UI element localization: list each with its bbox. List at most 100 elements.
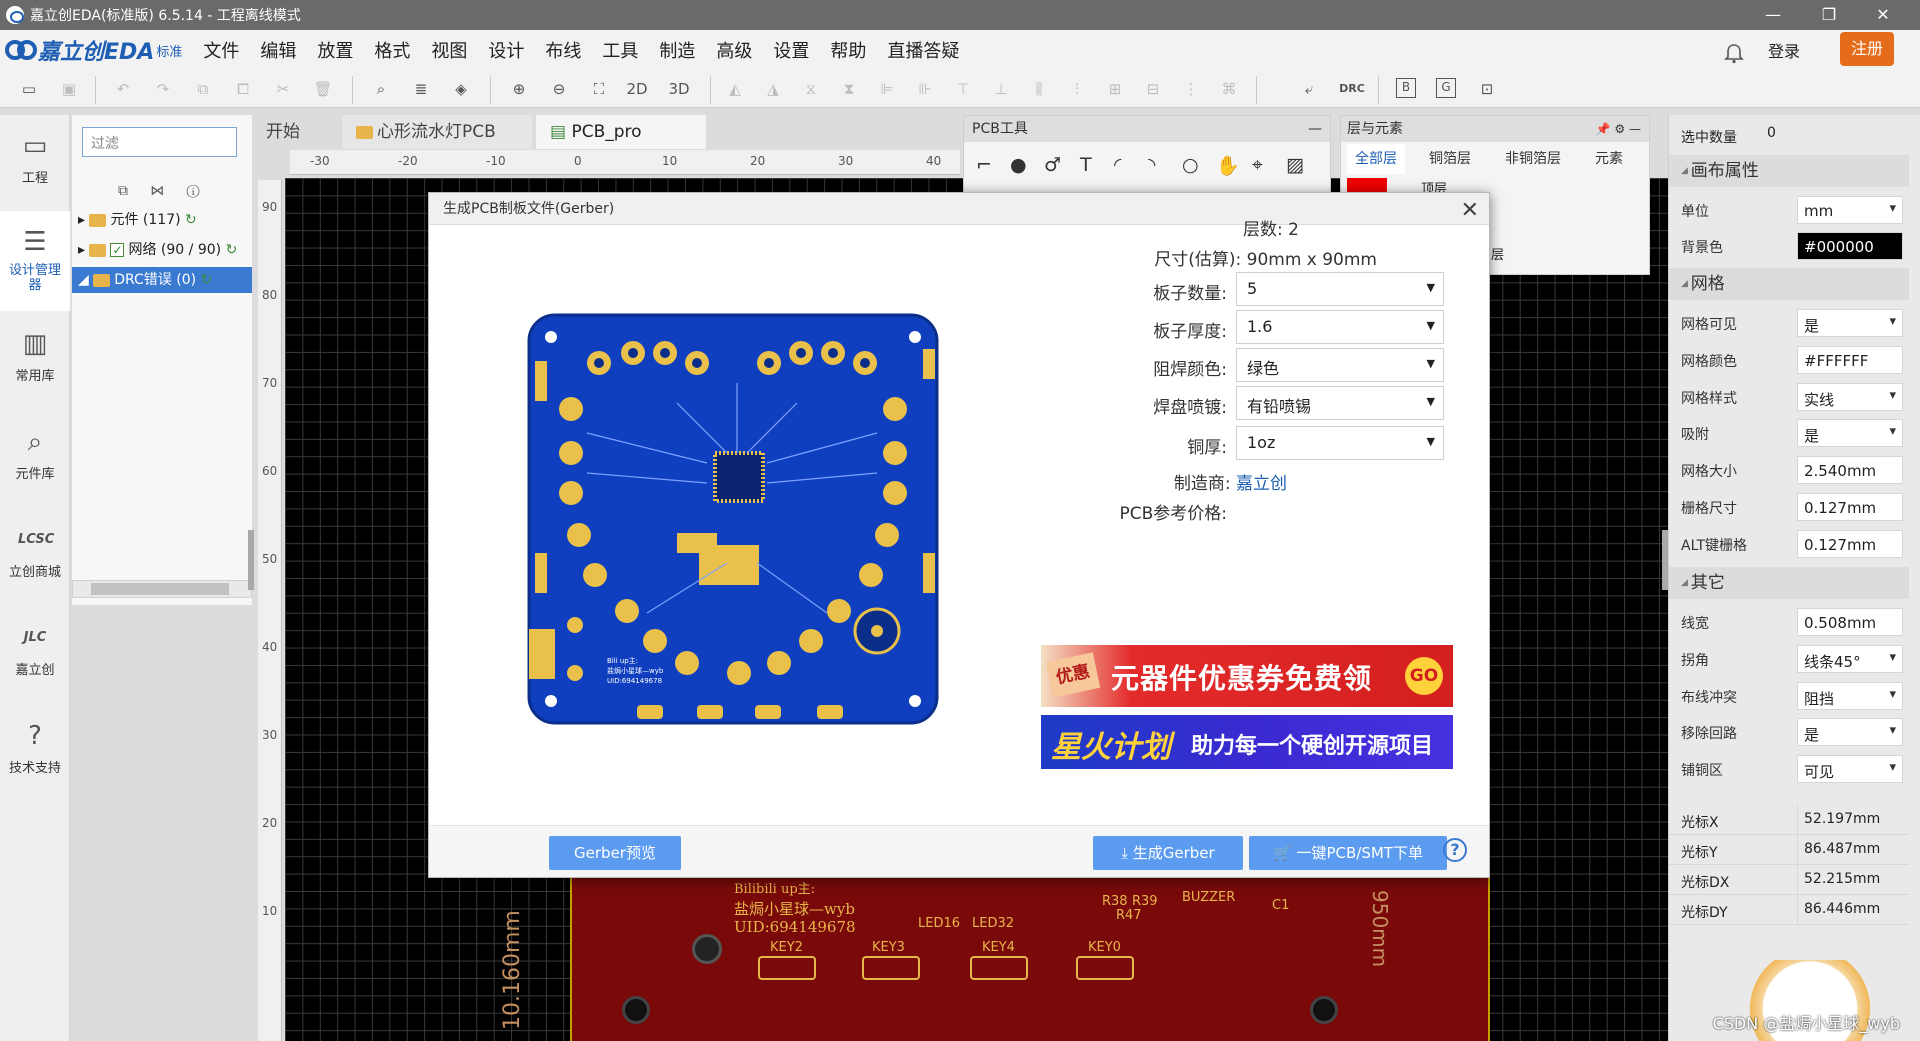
help-icon[interactable]: ? [1443, 838, 1467, 862]
circle-icon[interactable]: ○ [1182, 154, 1199, 176]
prop-input[interactable]: #FFFFFF [1797, 345, 1903, 374]
menu-advanced[interactable]: 高级 [716, 37, 752, 63]
measure-icon[interactable]: ⌖ [1252, 154, 1263, 176]
restore-button[interactable]: ❐ [1804, 0, 1854, 30]
nav-common-lib[interactable]: ▥ 常用库 [0, 313, 70, 409]
horizontal-scrollbar[interactable] [72, 580, 252, 598]
align-grid-icon[interactable]: ⋮ [1180, 78, 1202, 100]
qty-select[interactable]: 5 [1236, 272, 1444, 306]
copy-icon[interactable]: ⧉ [192, 78, 214, 100]
drc-button[interactable]: DRC [1338, 78, 1366, 100]
layer-tab-all[interactable]: 全部层 [1347, 144, 1405, 174]
login-link[interactable]: 登录 [1768, 38, 1800, 62]
pin-gear-collapse-icon[interactable]: 📌 ⚙ — [1596, 116, 1641, 142]
minimize-button[interactable]: — [1748, 0, 1798, 30]
spark-plan-banner[interactable]: 星火计划 助力每一个硬创开源项目 [1041, 715, 1453, 769]
tree-item-nets[interactable]: ▸ ✓ 网络 (90 / 90) ↻ [72, 237, 252, 263]
tab-pcb[interactable]: ▤ PCB_pro [536, 115, 706, 149]
refresh-icon[interactable]: ↻ [201, 272, 213, 288]
track-icon[interactable]: ⌐ [976, 154, 992, 176]
redo-icon[interactable]: ↷ [152, 78, 174, 100]
prop-select[interactable]: 线条45° [1797, 644, 1903, 673]
menu-settings[interactable]: 设置 [773, 37, 809, 63]
menu-place[interactable]: 放置 [317, 37, 353, 63]
bg-color-input[interactable]: #000000 [1797, 232, 1903, 260]
prop-input[interactable]: 0.508mm [1797, 608, 1903, 636]
menu-design[interactable]: 设计 [488, 37, 524, 63]
prop-select[interactable]: 阻挡 [1797, 681, 1903, 710]
nav-jlc[interactable]: JLC 嘉立创 [0, 607, 70, 703]
refresh-icon[interactable]: ↻ [226, 242, 238, 258]
gerber-button[interactable]: G [1436, 78, 1456, 98]
collapse-icon[interactable]: — [1308, 116, 1322, 142]
nav-support[interactable]: ? 技术支持 [0, 705, 70, 801]
layer-tab-copper[interactable]: 铜箔层 [1421, 144, 1479, 174]
menu-route[interactable]: 布线 [545, 37, 581, 63]
distribute-v-icon[interactable]: ⊟ [1142, 78, 1164, 100]
copper-weight-select[interactable]: 1oz [1236, 426, 1444, 460]
refresh-icon[interactable]: ↻ [185, 212, 197, 228]
view-3d-button[interactable]: 3D [668, 78, 690, 100]
order-pcb-button[interactable]: 🛒 一键PCB/SMT下单 [1249, 836, 1447, 870]
distribute-h-icon[interactable]: ⊞ [1104, 78, 1126, 100]
save-icon[interactable]: ▣ [58, 78, 80, 100]
menu-live-qa[interactable]: 直播答疑 [887, 37, 959, 63]
align-bottom-icon[interactable]: ⊥ [990, 78, 1012, 100]
pad-icon[interactable]: ● [1010, 154, 1027, 176]
prop-select[interactable]: 是 [1797, 309, 1903, 337]
network-icon[interactable]: ⋈ [150, 183, 164, 199]
gerber-preview-button[interactable]: Gerber预览 [549, 836, 681, 870]
menu-view[interactable]: 视图 [431, 37, 467, 63]
fit-view-icon[interactable]: ⛶ [588, 78, 610, 100]
flip-vertical-icon[interactable]: ⧗ [838, 78, 860, 100]
bom-button[interactable]: B [1396, 78, 1416, 98]
prop-select[interactable]: 是 [1797, 718, 1903, 747]
prop-select[interactable]: 可见 [1797, 755, 1903, 784]
checkbox[interactable]: ✓ [110, 243, 125, 257]
paste-icon[interactable]: ⧠ [232, 78, 254, 100]
section-other[interactable]: 其它 [1669, 567, 1909, 599]
delete-icon[interactable]: 🗑 [312, 78, 334, 100]
menu-format[interactable]: 格式 [374, 37, 410, 63]
open-folder-icon[interactable]: ▭ [18, 78, 40, 100]
coupon-banner[interactable]: 优惠 元器件优惠券免费领 GO [1041, 645, 1453, 707]
maker-link[interactable]: 嘉立创 [1236, 474, 1287, 494]
arc-icon[interactable]: ◜ [1114, 154, 1121, 176]
nav-lcsc-mall[interactable]: LCSC 立创商城 [0, 509, 70, 605]
prop-select[interactable]: 实线 [1797, 382, 1903, 411]
align-center-h-icon[interactable]: ⫶ [1066, 78, 1088, 100]
prop-input[interactable]: 2.540mm [1797, 456, 1903, 485]
section-canvas-props[interactable]: 画布属性 [1669, 155, 1909, 187]
flip-horizontal-icon[interactable]: ⧖ [800, 78, 822, 100]
layer-tab-elements[interactable]: 元素 [1587, 144, 1631, 174]
menu-file[interactable]: 文件 [203, 37, 239, 63]
align-top-icon[interactable]: ⊤ [952, 78, 974, 100]
nav-component-lib[interactable]: ⌕ 元件库 [0, 411, 70, 507]
info-icon[interactable]: ⓘ [187, 183, 200, 199]
panel-splitter[interactable] [1662, 530, 1668, 590]
register-button[interactable]: 注册 [1840, 32, 1894, 66]
find-icon[interactable]: ⌕ [370, 78, 392, 100]
menu-edit[interactable]: 编辑 [260, 37, 296, 63]
menu-help[interactable]: 帮助 [830, 37, 866, 63]
section-grid[interactable]: 网格 [1669, 268, 1909, 300]
scroll-thumb[interactable] [91, 583, 229, 595]
cut-icon[interactable]: ✂ [272, 78, 294, 100]
unit-select[interactable]: mm [1797, 196, 1903, 224]
tree-item-components[interactable]: ▸ 元件 (117) ↻ [72, 207, 252, 233]
eraser-icon[interactable]: ◈ [450, 78, 472, 100]
import-changes-icon[interactable]: ⤶ [1298, 78, 1320, 100]
tab-schematic[interactable]: 心形流水灯PCB [342, 115, 532, 149]
align-right-icon[interactable]: ⊪ [914, 78, 936, 100]
nav-project[interactable]: ▭ 工程 [0, 115, 70, 211]
pick-place-icon[interactable]: ⊡ [1476, 78, 1498, 100]
tree-item-drc[interactable]: ◢ DRC错误 (0) ↻ [72, 267, 252, 293]
prop-input[interactable]: 0.127mm [1797, 529, 1903, 558]
close-icon[interactable]: ✕ [1461, 195, 1479, 227]
text-icon[interactable]: T [1080, 154, 1092, 176]
thickness-select[interactable]: 1.6 [1236, 310, 1444, 344]
group-icon[interactable]: ⌘ [1218, 78, 1240, 100]
image-icon[interactable]: ▨ [1286, 154, 1304, 176]
filter-input[interactable]: 过滤 [82, 127, 237, 157]
tab-start[interactable]: 开始 [252, 115, 338, 149]
